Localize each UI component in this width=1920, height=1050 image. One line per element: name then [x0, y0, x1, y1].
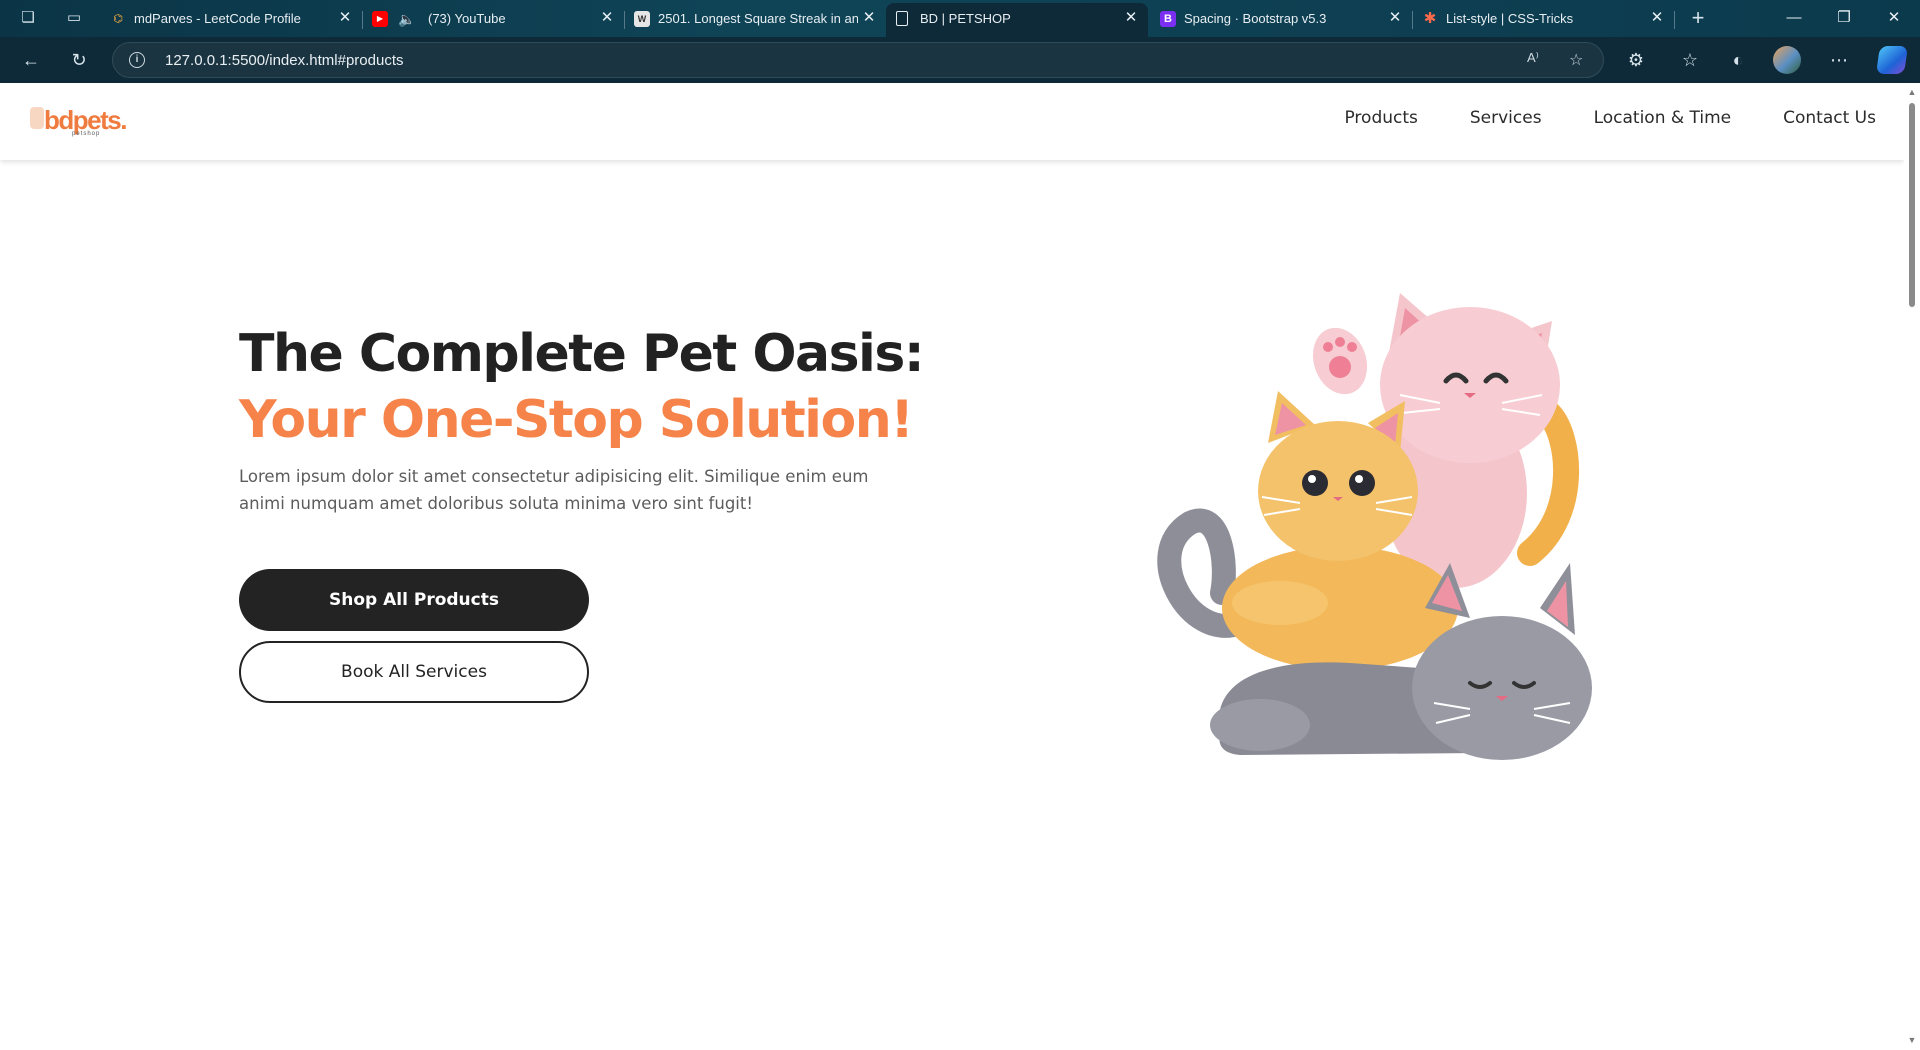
browser-tab-bar: ❏ ▭ ⌬ mdParves - LeetCode Profile ✕ ▶ 🔈 … [0, 0, 1920, 37]
favorite-star-icon[interactable]: ☆ [1569, 50, 1583, 70]
page-icon [896, 11, 908, 26]
browser-essentials-icon[interactable]: ◐ [1725, 48, 1751, 72]
tab-petshop[interactable]: BD | PETSHOP ✕ [886, 3, 1148, 37]
close-tab-icon[interactable]: ✕ [860, 9, 878, 27]
hero-title-line2: Your One-Stop Solution! [239, 390, 914, 450]
logo-mark [30, 107, 44, 129]
tab-leetcode[interactable]: ⌬ mdParves - LeetCode Profile ✕ [100, 3, 363, 37]
hero-description: Lorem ipsum dolor sit amet consectetur a… [239, 467, 869, 513]
close-tab-icon[interactable]: ✕ [598, 9, 616, 27]
tab-title: 2501. Longest Square Streak in an Array [658, 11, 858, 26]
tab-title: Spacing · Bootstrap v5.3 [1184, 11, 1327, 26]
tab-title: List-style | CSS-Tricks [1446, 11, 1574, 26]
csstricks-icon: ✱ [1423, 10, 1437, 27]
youtube-icon: ▶ [372, 11, 388, 27]
hero-cats-illustration [1157, 293, 1592, 760]
refresh-icon[interactable]: ↻ [66, 48, 92, 72]
hero-title-line1: The Complete Pet Oasis: [239, 324, 925, 384]
page-scrollbar[interactable]: ▲ ▼ [1904, 83, 1920, 1050]
close-tab-icon[interactable]: ✕ [336, 9, 354, 27]
more-options-icon[interactable]: ⋯ [1826, 48, 1852, 72]
shop-all-products-button[interactable]: Shop All Products [239, 569, 589, 631]
scroll-down-icon[interactable]: ▼ [1907, 1035, 1917, 1045]
profile-avatar[interactable] [1773, 46, 1801, 74]
read-aloud-icon[interactable]: A⁾ [1527, 50, 1539, 66]
tab-title: mdParves - LeetCode Profile [134, 11, 301, 26]
copilot-icon[interactable] [1876, 46, 1908, 74]
site-header: bdpets. petshop Products Services Locati… [0, 83, 1904, 160]
logo-tagline: petshop [72, 131, 101, 137]
nav-products[interactable]: Products [1344, 108, 1417, 128]
tab-bootstrap[interactable]: B Spacing · Bootstrap v5.3 ✕ [1150, 3, 1413, 37]
hero-title: The Complete Pet Oasis: Your One-Stop So… [239, 321, 925, 453]
workspaces-icon[interactable]: ❏ [16, 6, 40, 30]
main-nav: Products Services Location & Time Contac… [1344, 108, 1876, 128]
speaker-icon[interactable]: 🔈 [398, 11, 415, 27]
close-tab-icon[interactable]: ✕ [1386, 9, 1404, 27]
back-icon[interactable]: ← [18, 48, 44, 72]
tab-walkccc[interactable]: W 2501. Longest Square Streak in an Arra… [624, 3, 886, 37]
scroll-up-icon[interactable]: ▲ [1907, 87, 1917, 97]
url-text[interactable]: 127.0.0.1:5500/index.html#products [165, 52, 404, 69]
site-info-icon[interactable]: i [129, 52, 145, 68]
nav-contact-us[interactable]: Contact Us [1783, 108, 1876, 128]
scrollbar-thumb[interactable] [1909, 103, 1915, 307]
tab-title: (73) YouTube [428, 11, 506, 26]
address-bar[interactable]: i 127.0.0.1:5500/index.html#products A⁾ … [112, 42, 1604, 78]
tab-youtube[interactable]: ▶ 🔈 (73) YouTube ✕ [362, 3, 625, 37]
tab-separator [1674, 11, 1675, 29]
close-window-icon[interactable]: ✕ [1872, 4, 1916, 32]
close-tab-icon[interactable]: ✕ [1122, 9, 1140, 27]
restore-icon[interactable]: ❐ [1822, 4, 1866, 32]
nav-location-time[interactable]: Location & Time [1594, 108, 1732, 128]
book-all-services-button[interactable]: Book All Services [239, 641, 589, 703]
tab-title: BD | PETSHOP [920, 11, 1011, 26]
favorites-icon[interactable]: ☆ [1677, 48, 1703, 72]
close-tab-icon[interactable]: ✕ [1648, 9, 1666, 27]
walkccc-icon: W [634, 11, 650, 27]
extensions-icon[interactable]: ⚙ [1623, 48, 1649, 72]
page-viewport: bdpets. petshop Products Services Locati… [0, 83, 1904, 1050]
new-tab-icon[interactable]: + [1686, 6, 1710, 30]
bootstrap-icon: B [1160, 11, 1176, 27]
nav-services[interactable]: Services [1470, 108, 1542, 128]
tab-csstricks[interactable]: ✱ List-style | CSS-Tricks ✕ [1412, 3, 1675, 37]
minimize-icon[interactable]: — [1772, 4, 1816, 32]
leetcode-icon: ⌬ [113, 13, 123, 25]
tab-actions-icon[interactable]: ▭ [62, 6, 86, 30]
browser-toolbar: ← ↻ i 127.0.0.1:5500/index.html#products… [0, 37, 1920, 83]
